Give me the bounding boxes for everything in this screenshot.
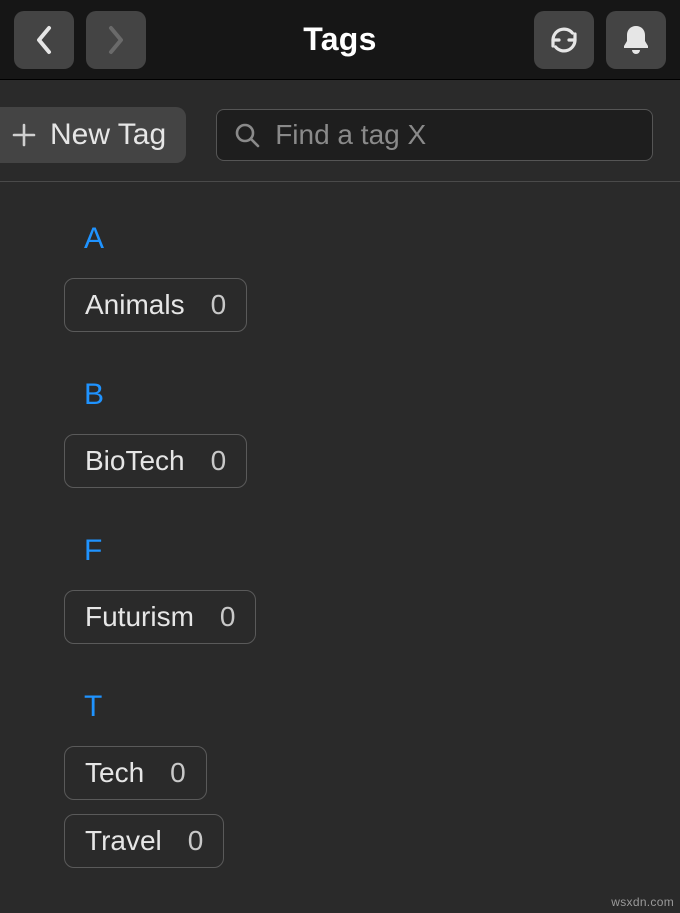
tag-chip[interactable]: Tech 0 [64, 746, 207, 800]
new-tag-button[interactable]: New Tag [0, 107, 186, 163]
back-button[interactable] [14, 11, 74, 69]
section-letter: T [84, 690, 680, 724]
plus-icon [12, 123, 36, 147]
tag-chip[interactable]: Animals 0 [64, 278, 247, 332]
section-letter: F [84, 534, 680, 568]
section-letter: A [84, 222, 680, 256]
chevron-right-icon [106, 24, 126, 56]
section-t: T Tech 0 Travel 0 [64, 690, 680, 882]
sync-button[interactable] [534, 11, 594, 69]
notifications-button[interactable] [606, 11, 666, 69]
search-icon [233, 121, 261, 149]
tag-name: Futurism [85, 601, 194, 633]
tag-name: BioTech [85, 445, 185, 477]
section-b: B BioTech 0 [64, 378, 680, 502]
new-tag-label: New Tag [50, 118, 166, 152]
nav-group-right [534, 11, 666, 69]
nav-group-left [14, 11, 146, 69]
tag-name: Travel [85, 825, 162, 857]
tag-count: 0 [220, 601, 236, 633]
topbar: Tags [0, 0, 680, 80]
toolbar: New Tag [0, 104, 680, 182]
tag-count: 0 [188, 825, 204, 857]
section-letter: B [84, 378, 680, 412]
tag-count: 0 [211, 445, 227, 477]
tag-list: AAnimals0BBioTech0FFuturism0TTech0Travel… [0, 182, 680, 882]
tag-count: 0 [211, 289, 227, 321]
watermark: wsxdn.com [611, 895, 674, 909]
sync-icon [546, 22, 582, 58]
tag-chip[interactable]: BioTech 0 [64, 434, 247, 488]
search-field[interactable] [216, 109, 653, 161]
page-title: Tags [146, 21, 534, 58]
tag-count: 0 [170, 757, 186, 789]
bell-icon [619, 22, 653, 58]
search-input[interactable] [275, 119, 636, 151]
tag-chip[interactable]: Futurism 0 [64, 590, 256, 644]
section-f: F Futurism 0 [64, 534, 680, 658]
tag-chip[interactable]: Travel 0 [64, 814, 224, 868]
tag-name: Animals [85, 289, 185, 321]
tag-name: Tech [85, 757, 144, 789]
section-a: A Animals 0 [64, 222, 680, 346]
forward-button[interactable] [86, 11, 146, 69]
chevron-left-icon [34, 24, 54, 56]
